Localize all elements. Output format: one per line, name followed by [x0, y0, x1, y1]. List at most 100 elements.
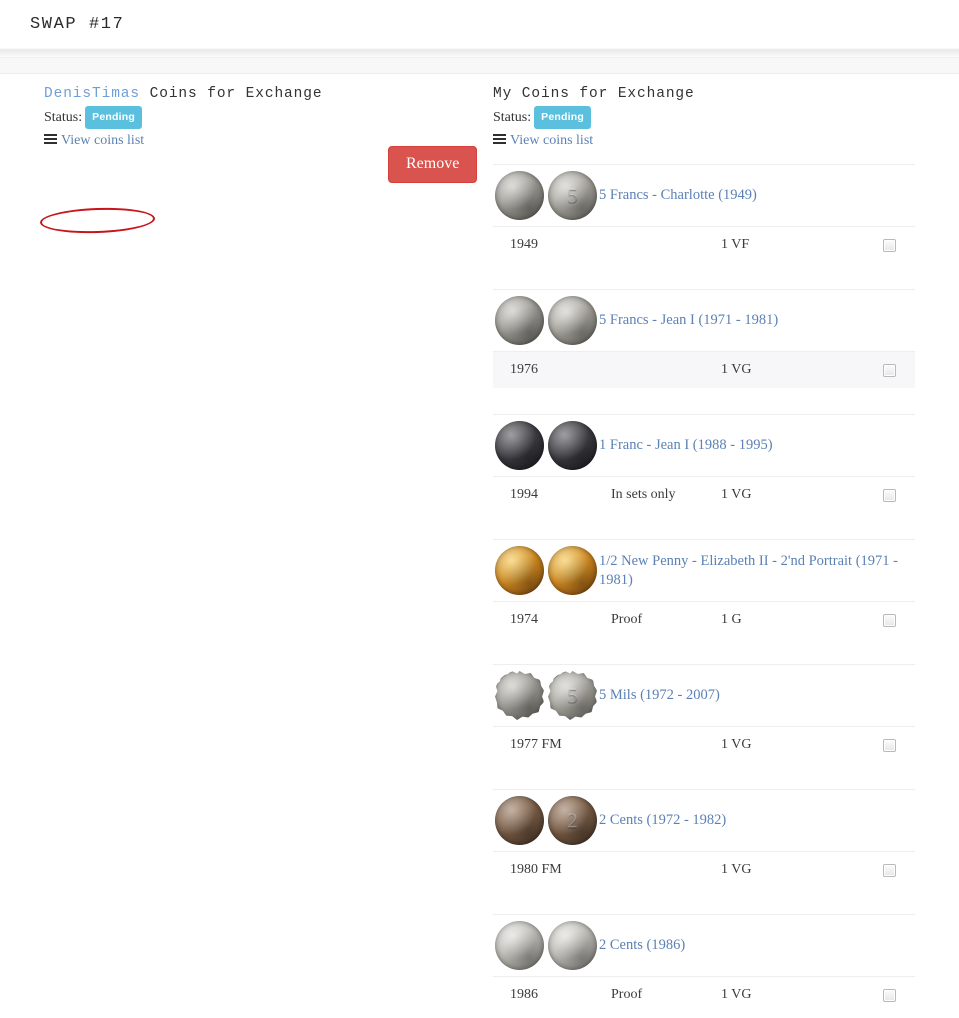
coin-entry: 1 Franc - Jean I (1988 - 1995) 1994 In set…	[493, 414, 915, 539]
coin-title-link[interactable]: 2 Cents (1986)	[593, 936, 697, 955]
coin-select-checkbox[interactable]	[882, 488, 896, 502]
coin-entry-header: 2 2 Cents (1972 - 1982)	[493, 789, 915, 851]
coin-obverse-image[interactable]	[495, 546, 544, 595]
coin-select-checkbox[interactable]	[882, 613, 896, 627]
coin-grade: 1 G	[721, 612, 742, 627]
coin-entry-spacer	[493, 513, 915, 539]
page-title: SWAP #17	[30, 14, 125, 34]
coin-select-checkbox[interactable]	[882, 988, 896, 1002]
my-status-badge: Pending	[534, 106, 591, 129]
coin-thumbnails	[493, 546, 597, 595]
coin-select-checkbox[interactable]	[882, 738, 896, 752]
coin-detail-row: 1994 In sets only 1 VG	[493, 476, 915, 513]
coin-entry: 5 5 Francs - Charlotte (1949) 1949 1 VF	[493, 164, 915, 289]
coin-detail-row: 1976 1 VG	[493, 351, 915, 388]
partner-view-coins-list-link[interactable]: View coins list	[44, 132, 144, 150]
partner-status-line: Status: Pending	[44, 106, 493, 129]
coin-obverse-image[interactable]	[495, 796, 544, 845]
coin-reverse-image[interactable]: 5	[548, 171, 597, 220]
coin-title-link[interactable]: 1 Franc - Jean I (1988 - 1995)	[593, 436, 785, 455]
coin-select-checkbox[interactable]	[882, 863, 896, 877]
coin-year: 1974	[510, 612, 538, 627]
coin-entry: 1/2 New Penny - Elizabeth II - 2'nd Port…	[493, 539, 915, 664]
coin-reverse-image[interactable]: 2	[548, 796, 597, 845]
coin-entry: 5 5 Mils (1972 - 2007) 1977 FM 1 VG	[493, 664, 915, 789]
coin-denomination-relief: 5	[567, 683, 578, 707]
coin-entry-header: 2 Cents (1986)	[493, 914, 915, 976]
top-header: SWAP #17	[0, 0, 959, 48]
coin-reverse-image[interactable]: 5	[548, 671, 597, 720]
coin-detail-row: 1949 1 VF	[493, 226, 915, 263]
coin-entry-spacer	[493, 888, 915, 914]
coin-detail-row: 1977 FM 1 VG	[493, 726, 915, 763]
coin-entry-header: 1 Franc - Jean I (1988 - 1995)	[493, 414, 915, 476]
coin-select-cell	[863, 363, 915, 377]
partner-view-coins-list-label: View coins list	[61, 133, 145, 148]
coin-select-checkbox[interactable]	[882, 238, 896, 252]
coin-obverse-image[interactable]	[495, 171, 544, 220]
remove-button[interactable]: Remove	[388, 146, 478, 183]
coin-thumbnails: 2	[493, 796, 597, 845]
coin-select-cell	[863, 988, 915, 1002]
coin-title-link[interactable]: 2 Cents (1972 - 1982)	[593, 811, 738, 830]
coin-select-cell	[863, 863, 915, 877]
coin-reverse-image[interactable]	[548, 296, 597, 345]
remove-button-wrap: Remove	[388, 146, 478, 183]
coin-grade: 1 VG	[721, 487, 752, 502]
coin-detail-row: 1974 Proof 1 G	[493, 601, 915, 638]
coin-title-link[interactable]: 5 Francs - Jean I (1971 - 1981)	[593, 311, 790, 330]
coin-obverse-image[interactable]	[495, 421, 544, 470]
coin-entry-spacer	[493, 263, 915, 289]
coin-note: In sets only	[611, 487, 676, 502]
my-view-coins-list-link[interactable]: View coins list	[493, 132, 593, 150]
coin-reverse-image[interactable]	[548, 921, 597, 970]
coin-reverse-image[interactable]	[548, 421, 597, 470]
coin-entry-spacer	[493, 638, 915, 664]
header-band	[0, 58, 959, 74]
my-exchange-panel: My Coins for Exchange Status: Pending Vie…	[493, 86, 959, 1018]
coin-grade: 1 VG	[721, 362, 752, 377]
coin-title-link[interactable]: 5 Francs - Charlotte (1949)	[593, 186, 769, 205]
coin-entry-header: 5 5 Francs - Charlotte (1949)	[493, 164, 915, 226]
coin-note: Proof	[611, 612, 643, 627]
coin-grade: 1 VG	[721, 862, 752, 877]
coin-thumbnails	[493, 296, 597, 345]
partner-status-badge: Pending	[85, 106, 142, 129]
coin-thumbnails: 5	[493, 671, 597, 720]
coin-select-cell	[863, 613, 915, 627]
coin-denomination-relief: 5	[567, 183, 578, 207]
coin-grade: 1 VF	[721, 237, 750, 252]
coin-note: Proof	[611, 987, 643, 1002]
coin-obverse-image[interactable]	[495, 671, 544, 720]
coin-obverse-image[interactable]	[495, 296, 544, 345]
coin-entry: 2 2 Cents (1972 - 1982) 1980 FM 1 VG	[493, 789, 915, 914]
my-panel-title: My Coins for Exchange	[493, 86, 695, 102]
my-status-line: Status: Pending	[493, 106, 959, 129]
coin-thumbnails	[493, 421, 597, 470]
coin-reverse-image[interactable]	[548, 546, 597, 595]
coin-obverse-image[interactable]	[495, 921, 544, 970]
coin-select-checkbox[interactable]	[882, 363, 896, 377]
coin-grade: 1 VG	[721, 737, 752, 752]
annotation-ellipse	[39, 206, 156, 235]
coin-year: 1949	[510, 237, 538, 252]
coin-entry-spacer	[493, 388, 915, 414]
coin-year: 1976	[510, 362, 538, 377]
coin-title-link[interactable]: 1/2 New Penny - Elizabeth II - 2'nd Port…	[593, 552, 915, 590]
partner-username-link[interactable]: DenisTimas	[44, 86, 140, 102]
coin-year: 1977 FM	[510, 737, 562, 752]
coin-thumbnails: 5	[493, 171, 597, 220]
list-icon	[44, 134, 57, 145]
coin-year: 1986	[510, 987, 538, 1002]
coin-select-cell	[863, 488, 915, 502]
coin-entry-spacer	[493, 1013, 915, 1018]
coin-title-link[interactable]: 5 Mils (1972 - 2007)	[593, 686, 732, 705]
coin-grade: 1 VG	[721, 987, 752, 1002]
coin-detail-row: 1980 FM 1 VG	[493, 851, 915, 888]
coin-select-cell	[863, 738, 915, 752]
header-divider	[0, 48, 959, 58]
coin-year: 1994	[510, 487, 538, 502]
main-columns: DenisTimas Coins for Exchange Status: Pen…	[0, 74, 959, 1018]
my-view-coins-list-label: View coins list	[510, 133, 594, 148]
coin-detail-row: 1986 Proof 1 VG	[493, 976, 915, 1013]
